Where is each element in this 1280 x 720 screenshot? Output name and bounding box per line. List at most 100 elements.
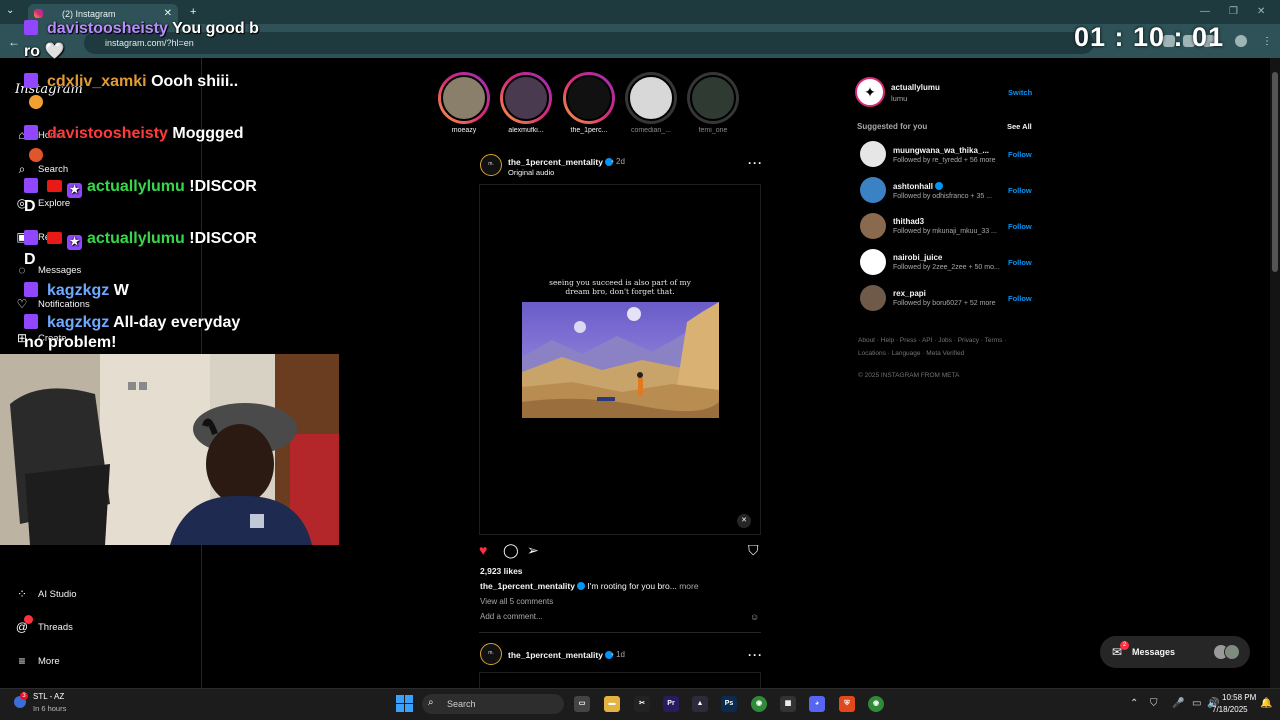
tab-close-icon[interactable]: ✕ (164, 8, 172, 19)
task-view-icon[interactable]: ▭ (574, 696, 590, 712)
suggestion-username[interactable]: nairobi_juice (893, 253, 942, 262)
premiere-pro-icon[interactable]: Pr (663, 696, 679, 712)
switch-account-link[interactable]: Switch (1008, 88, 1032, 97)
sidebar-item-ai-studio[interactable]: ⁘ AI Studio (14, 587, 77, 601)
story-username: the_1perc... (570, 127, 608, 134)
photoshop-icon[interactable]: Ps (721, 696, 737, 712)
twitch-icon (24, 73, 38, 88)
emoji-icon[interactable]: ☺ (750, 612, 759, 622)
story-item[interactable]: alexmufki... (495, 72, 557, 134)
post-media[interactable] (479, 672, 761, 688)
suggestion-username[interactable]: thithad3 (893, 217, 924, 226)
url-text[interactable]: instagram.com/?hl=en (105, 38, 194, 48)
obs-icon[interactable]: ▲ (692, 696, 708, 712)
verified-badge-icon (576, 582, 585, 590)
minimize-icon[interactable]: — (1200, 6, 1210, 17)
post-like-count[interactable]: 2,923 likes (480, 566, 523, 576)
caption-username[interactable]: the_1percent_mentality (480, 581, 575, 591)
chrome-icon[interactable]: ◉ (751, 696, 767, 712)
brave-icon[interactable]: ⛨ (839, 696, 855, 712)
browser-menu-icon[interactable]: ⋮ (1262, 36, 1272, 47)
suggestion-avatar[interactable] (860, 213, 886, 239)
story-item[interactable]: moeazy (433, 72, 495, 134)
story-username: femi_one (698, 127, 728, 134)
notification-icon[interactable]: 🔔 (1260, 698, 1272, 709)
avatar (1224, 644, 1240, 660)
tray-overflow-icon[interactable]: ⌃ (1130, 698, 1138, 709)
follow-button[interactable]: Follow (1008, 258, 1032, 267)
network-icon[interactable]: ▭ (1192, 698, 1201, 709)
profile-avatar-icon[interactable] (1235, 35, 1247, 47)
comment-icon[interactable]: ◯ (503, 542, 519, 559)
search-icon: ⌕ (428, 697, 434, 708)
chat-text: You good b (172, 20, 259, 37)
screen: ⌄ (2) Instagram ✕ + — ❐ ✕ ← instagram.co… (0, 0, 1280, 720)
save-bookmark-icon[interactable]: ⛉ (748, 542, 759, 559)
new-tab-button[interactable]: + (190, 6, 196, 18)
sidebar-item-label: Search (38, 164, 69, 175)
caption-more-link[interactable]: more (679, 581, 698, 591)
follow-button[interactable]: Follow (1008, 186, 1032, 195)
windows-start-icon[interactable] (396, 695, 413, 712)
scrollbar-thumb[interactable] (1272, 72, 1278, 272)
see-all-link[interactable]: See All (1007, 122, 1032, 131)
story-item[interactable]: femi_one (682, 72, 744, 134)
post-audio-label[interactable]: Original audio (508, 168, 554, 177)
follow-button[interactable]: Follow (1008, 222, 1032, 231)
back-arrow-icon[interactable]: ← (8, 35, 20, 49)
like-heart-icon[interactable]: ♥ (479, 542, 487, 558)
taskbar-date[interactable]: 7/18/2025 (1212, 705, 1248, 714)
suggestion-avatar[interactable] (860, 141, 886, 167)
post-author-avatar[interactable]: m. (480, 154, 502, 176)
tab-list-chevron-icon[interactable]: ⌄ (6, 5, 14, 16)
microphone-icon[interactable]: 🎤 (1172, 698, 1184, 709)
security-icon[interactable]: ⛉ (1150, 698, 1158, 709)
footer-links[interactable]: About · Help · Press · API · Jobs · Priv… (858, 337, 1006, 344)
weather-title[interactable]: STL - AZ (33, 692, 64, 701)
post-author-avatar[interactable]: m. (480, 643, 502, 665)
maximize-icon[interactable]: ❐ (1229, 6, 1238, 17)
post-author-username[interactable]: the_1percent_mentality (508, 157, 613, 167)
sidebar-item-explore[interactable]: ◎ Explore (14, 196, 70, 210)
current-user-avatar[interactable]: ✦ (855, 77, 885, 107)
sidebar-item-label: More (38, 655, 60, 667)
chat-message-continuation: no problem! (24, 334, 117, 351)
chrome-profile-icon[interactable]: ◉ (868, 696, 884, 712)
sidebar-item-threads[interactable]: @ Threads (14, 620, 73, 634)
current-user-username[interactable]: actuallylumu (891, 83, 940, 92)
post-options-icon[interactable]: ··· (748, 156, 763, 170)
close-window-icon[interactable]: ✕ (1257, 6, 1265, 17)
file-explorer-icon[interactable]: ▬ (604, 696, 620, 712)
post-options-icon[interactable]: ··· (748, 648, 763, 662)
suggestion-username[interactable]: ashtonhall (893, 182, 944, 191)
share-icon[interactable]: ➢ (527, 542, 539, 559)
chat-text: Moggged (172, 125, 244, 142)
mute-icon[interactable]: ✕ (737, 514, 751, 528)
app-icon[interactable]: ▦ (780, 696, 796, 712)
follow-button[interactable]: Follow (1008, 294, 1032, 303)
footer-links[interactable]: Locations · Language · Meta Verified (858, 350, 964, 357)
follow-button[interactable]: Follow (1008, 150, 1032, 159)
discord-icon[interactable]: ◕ (809, 696, 825, 712)
add-comment-input[interactable]: Add a comment... (480, 612, 543, 621)
sidebar-item-search[interactable]: ⌕ Search (14, 162, 68, 177)
suggestion-avatar[interactable] (860, 249, 886, 275)
sidebar-item-label: Messages (38, 264, 82, 276)
taskbar-search-box[interactable]: Search (422, 694, 564, 714)
story-item[interactable]: comedian_... (620, 72, 682, 134)
suggestion-username[interactable]: rex_papi (893, 289, 926, 298)
messages-button[interactable]: ✉ 2 Messages (1100, 636, 1250, 668)
capcut-icon[interactable]: ✂ (634, 696, 650, 712)
view-all-comments-link[interactable]: View all 5 comments (480, 597, 553, 606)
suggestion-followed-by: Followed by odhisfranco + 35 ... (893, 193, 993, 200)
suggestion-avatar[interactable] (860, 285, 886, 311)
suggestion-followed-by: Followed by mkunaji_mkuu_33 ... (893, 228, 997, 235)
weather-badge: 3 (20, 692, 28, 700)
suggestion-username[interactable]: muungwana_wa_thika_... (893, 146, 989, 155)
story-item[interactable]: the_1perc... (558, 72, 620, 134)
taskbar-time[interactable]: 10:58 PM (1222, 693, 1256, 702)
sidebar-item-more[interactable]: ≡ More (14, 654, 60, 668)
story-username: alexmufki... (508, 127, 544, 134)
suggestion-avatar[interactable] (860, 177, 886, 203)
post-author-username[interactable]: the_1percent_mentality (508, 650, 613, 660)
